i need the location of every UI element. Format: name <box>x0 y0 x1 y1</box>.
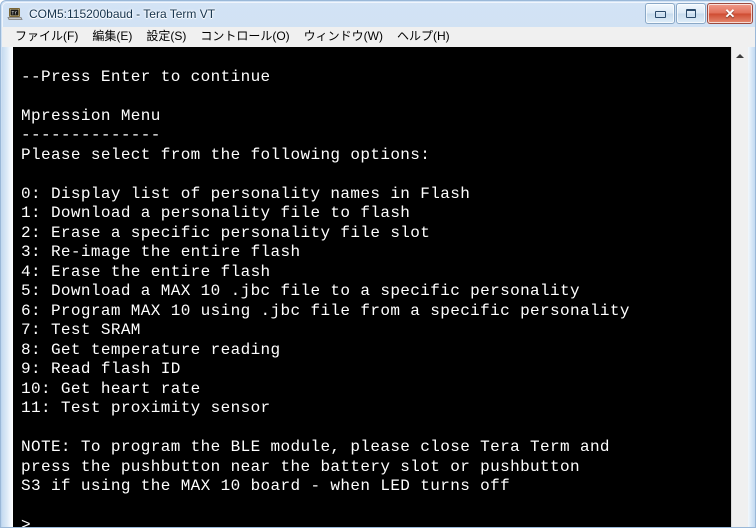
title-bar[interactable]: Tr COM5:115200baud - Tera Term VT ✕ <box>1 1 755 27</box>
maximize-icon <box>686 9 696 18</box>
close-button[interactable]: ✕ <box>707 3 753 24</box>
window-title: COM5:115200baud - Tera Term VT <box>29 7 216 21</box>
menu-control[interactable]: コントロール(O) <box>193 28 296 46</box>
terminal-screen[interactable]: --Press Enter to continue Mpression Menu… <box>13 47 731 528</box>
terminal-output: --Press Enter to continue Mpression Menu… <box>21 67 630 528</box>
scroll-up-button[interactable] <box>732 47 748 64</box>
menu-edit[interactable]: 編集(E) <box>85 28 139 46</box>
left-window-edge <box>2 47 13 527</box>
menu-setup[interactable]: 設定(S) <box>139 28 193 46</box>
menu-help[interactable]: ヘルプ(H) <box>390 28 457 46</box>
minimize-button[interactable] <box>645 3 675 24</box>
window-controls: ✕ <box>645 3 753 24</box>
menu-file[interactable]: ファイル(F) <box>8 28 85 46</box>
maximize-button[interactable] <box>676 3 706 24</box>
chevron-up-icon <box>736 53 744 58</box>
svg-text:Tr: Tr <box>11 11 17 17</box>
menu-bar: ファイル(F) 編集(E) 設定(S) コントロール(O) ウィンドウ(W) ヘ… <box>2 27 755 47</box>
tera-term-window: Tr COM5:115200baud - Tera Term VT ✕ ファイル… <box>0 0 756 528</box>
client-area: --Press Enter to continue Mpression Menu… <box>2 47 755 528</box>
terminal-laptop-icon: Tr <box>7 6 23 22</box>
right-window-edge <box>748 47 755 527</box>
close-icon: ✕ <box>724 6 736 21</box>
menu-window[interactable]: ウィンドウ(W) <box>297 28 390 46</box>
scrollbar-track[interactable] <box>732 64 748 527</box>
vertical-scrollbar[interactable] <box>731 47 748 527</box>
minimize-icon <box>654 11 666 18</box>
